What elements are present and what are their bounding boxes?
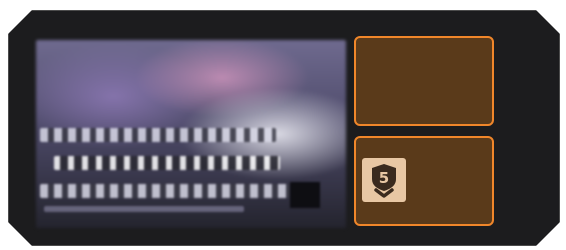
item-slot-top[interactable] <box>354 36 494 126</box>
shield-chevron-icon: 5 <box>372 164 396 198</box>
stat-row-1 <box>40 128 276 142</box>
stat-row-2 <box>54 156 280 170</box>
thumbnail-block <box>290 182 320 208</box>
tier-badge: 5 <box>362 158 406 202</box>
stat-row-3 <box>40 184 290 198</box>
tier-number: 5 <box>379 169 389 187</box>
stat-row-4 <box>44 206 244 212</box>
